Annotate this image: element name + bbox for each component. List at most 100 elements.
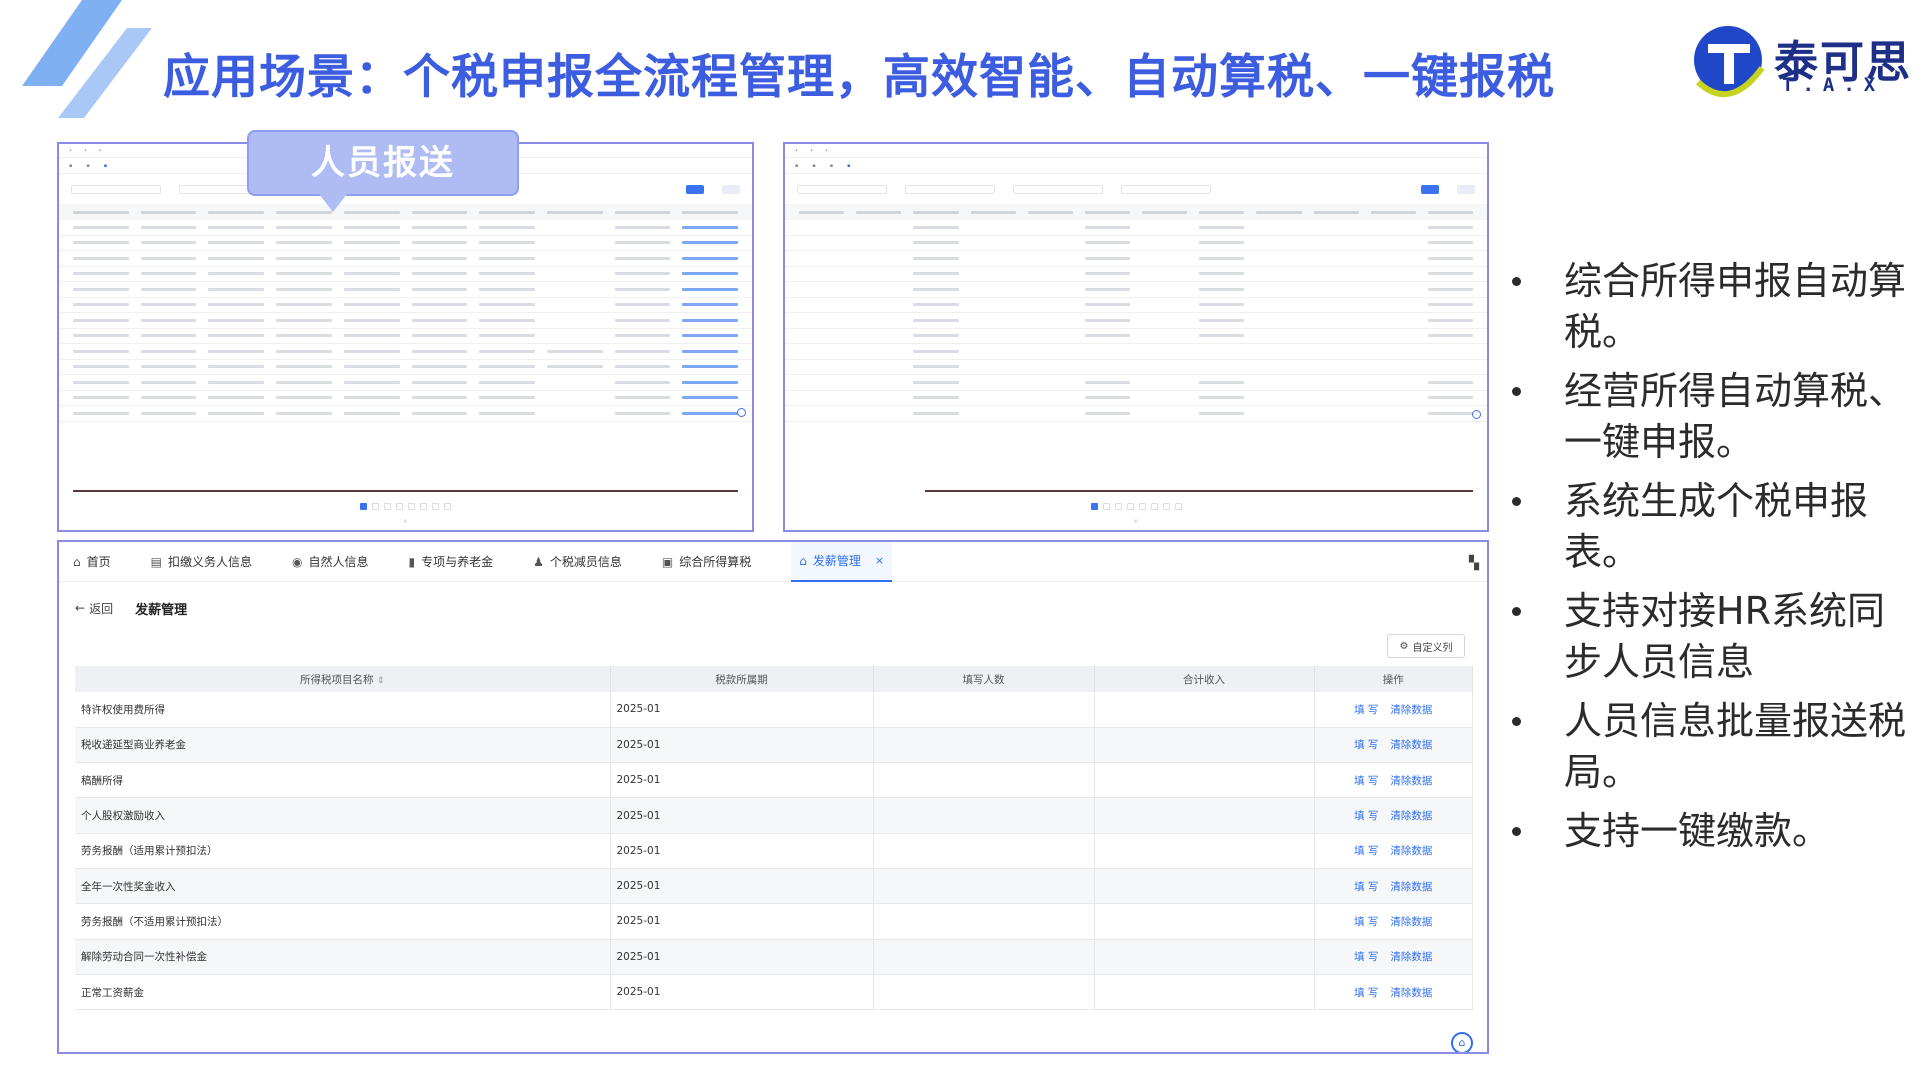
fill-button[interactable]: 填 写 <box>1354 739 1378 751</box>
item-name: 全年一次性奖金收入 <box>75 868 611 905</box>
logo-sub: T.A.X <box>1782 74 1885 96</box>
filled-count <box>873 727 1095 764</box>
total-income <box>1094 868 1315 905</box>
feature-list: 综合所得申报自动算税。 经营所得自动算税、一键申报。 系统生成个税申报表。 支持… <box>1512 256 1912 865</box>
tab-payroll[interactable]: ⌂ 发薪管理 × <box>791 542 893 582</box>
tab-natural-person[interactable]: ◉ 自然人信息 <box>292 542 387 582</box>
item-name: 劳务报酬（适用累计预扣法） <box>75 833 611 869</box>
table-row: 稿酬所得 2025-01 填 写清除数据 <box>75 762 1473 799</box>
sort-icon[interactable]: ⇕ <box>377 676 385 686</box>
pagination[interactable] <box>785 503 1487 510</box>
tax-period: 2025-01 <box>610 762 874 799</box>
fill-button[interactable]: 填 写 <box>1354 951 1378 963</box>
grid-menu-icon[interactable]: ▚ <box>1469 556 1479 571</box>
scroll-indicator-icon[interactable] <box>1472 410 1481 419</box>
tax-period: 2025-01 <box>610 903 874 940</box>
fill-button[interactable]: 填 写 <box>1354 704 1378 716</box>
fill-button[interactable]: 填 写 <box>1354 845 1378 857</box>
clear-data-button[interactable]: 清除数据 <box>1390 881 1432 893</box>
column-header-period: 税款所属期 <box>610 666 874 692</box>
item-name: 稿酬所得 <box>75 762 611 799</box>
clear-data-button[interactable]: 清除数据 <box>1390 987 1432 999</box>
home-icon: ⌂ <box>73 554 81 569</box>
actions-cell: 填 写清除数据 <box>1314 974 1473 1011</box>
house-icon: ⌂ <box>799 553 807 568</box>
table-row: 正常工资薪金 2025-01 填 写清除数据 <box>75 974 1473 1011</box>
fill-button[interactable]: 填 写 <box>1354 916 1378 928</box>
document-icon: ▤ <box>150 554 162 569</box>
feature-item: 经营所得自动算税、一键申报。 <box>1512 366 1912 468</box>
fill-button[interactable]: 填 写 <box>1354 881 1378 893</box>
gear-icon: ⚙ <box>1399 640 1409 652</box>
clear-data-button[interactable]: 清除数据 <box>1390 951 1432 963</box>
actions-cell: 填 写清除数据 <box>1314 939 1473 975</box>
fill-button[interactable]: 填 写 <box>1354 987 1378 999</box>
total-income <box>1094 903 1315 940</box>
filled-count <box>873 762 1095 799</box>
clear-data-button[interactable]: 清除数据 <box>1390 845 1432 857</box>
table-row: 个人股权激励收入 2025-01 填 写清除数据 <box>75 797 1473 834</box>
item-name: 税收递延型商业养老金 <box>75 727 611 764</box>
table-row: 劳务报酬（适用累计预扣法） 2025-01 填 写清除数据 <box>75 833 1473 869</box>
screenshot-personnel-list: • • • ▪ ▪ ▪ © <box>57 142 754 532</box>
logo-mark-icon <box>1694 26 1765 98</box>
clear-data-button[interactable]: 清除数据 <box>1390 739 1432 751</box>
tax-period: 2025-01 <box>610 939 874 975</box>
custom-columns-button[interactable]: ⚙ 自定义列 <box>1387 634 1465 658</box>
pagination[interactable] <box>59 503 752 510</box>
screenshot-pension-list: • • • ▪ ▪ ▪ ▪ © <box>783 142 1489 532</box>
slide: 应用场景：个税申报全流程管理，高效智能、自动算税、一键报税 泰可思 T.A.X … <box>0 0 1920 1080</box>
tax-period: 2025-01 <box>610 692 874 728</box>
back-button[interactable]: ← 返回 <box>75 600 113 617</box>
scroll-indicator-icon[interactable] <box>737 408 746 417</box>
clear-data-button[interactable]: 清除数据 <box>1390 704 1432 716</box>
tab-withholding-agent[interactable]: ▤ 扣缴义务人信息 <box>151 542 270 582</box>
payroll-table: 所得税项目名称 ⇕ 税款所属期 填写人数 合计收入 操作 特许权使用费所得 20… <box>75 666 1473 1011</box>
actions-cell: 填 写清除数据 <box>1314 692 1473 728</box>
floating-home-icon[interactable]: ⌂ <box>1451 1032 1473 1052</box>
copyright: © <box>1134 519 1138 524</box>
filled-count <box>873 903 1095 940</box>
column-header-income: 合计收入 <box>1094 666 1315 692</box>
table-row: 劳务报酬（不适用累计预扣法） 2025-01 填 写清除数据 <box>75 903 1473 940</box>
user-icon: ♟ <box>533 554 544 569</box>
fill-button[interactable]: 填 写 <box>1354 810 1378 822</box>
tax-period: 2025-01 <box>610 974 874 1011</box>
fill-button[interactable]: 填 写 <box>1354 775 1378 787</box>
tab-comprehensive-tax[interactable]: ▣ 综合所得算税 <box>662 542 769 582</box>
slide-title: 应用场景：个税申报全流程管理，高效智能、自动算税、一键报税 <box>163 50 1555 105</box>
book-icon: ▮ <box>408 554 416 569</box>
filled-count <box>873 868 1095 905</box>
feature-item: 支持对接HR系统同步人员信息 <box>1512 586 1912 688</box>
clear-data-button[interactable]: 清除数据 <box>1390 775 1432 787</box>
actions-cell: 填 写清除数据 <box>1314 868 1473 905</box>
feature-item: 人员信息批量报送税局。 <box>1512 696 1912 798</box>
total-income <box>1094 974 1315 1011</box>
filled-count <box>873 797 1095 834</box>
table-row: 全年一次性奖金收入 2025-01 填 写清除数据 <box>75 868 1473 905</box>
clear-data-button[interactable]: 清除数据 <box>1390 810 1432 822</box>
close-icon[interactable]: × <box>875 554 884 567</box>
column-header-name[interactable]: 所得税项目名称 ⇕ <box>75 666 611 692</box>
total-income <box>1094 797 1315 834</box>
tab-home[interactable]: ⌂ 首页 <box>73 542 129 582</box>
item-name: 特许权使用费所得 <box>75 692 611 728</box>
arrow-left-icon: ← <box>75 601 86 615</box>
table-row: 解除劳动合同一次性补偿金 2025-01 填 写清除数据 <box>75 939 1473 975</box>
copyright: © <box>403 519 408 524</box>
item-name: 解除劳动合同一次性补偿金 <box>75 939 611 975</box>
clear-data-button[interactable]: 清除数据 <box>1390 916 1432 928</box>
actions-cell: 填 写清除数据 <box>1314 833 1473 869</box>
filled-count <box>873 939 1095 975</box>
tax-period: 2025-01 <box>610 727 874 764</box>
table-header: 所得税项目名称 ⇕ 税款所属期 填写人数 合计收入 操作 <box>75 666 1473 692</box>
actions-cell: 填 写清除数据 <box>1314 797 1473 834</box>
total-income <box>1094 762 1315 799</box>
tab-tax-reduction[interactable]: ♟ 个税减员信息 <box>533 542 640 582</box>
total-income <box>1094 833 1315 869</box>
actions-cell: 填 写清除数据 <box>1314 762 1473 799</box>
table-row: 特许权使用费所得 2025-01 填 写清除数据 <box>75 692 1473 728</box>
company-logo: 泰可思 T.A.X <box>1690 22 1910 102</box>
tax-period: 2025-01 <box>610 797 874 834</box>
tab-special-pension[interactable]: ▮ 专项与养老金 <box>409 542 512 582</box>
